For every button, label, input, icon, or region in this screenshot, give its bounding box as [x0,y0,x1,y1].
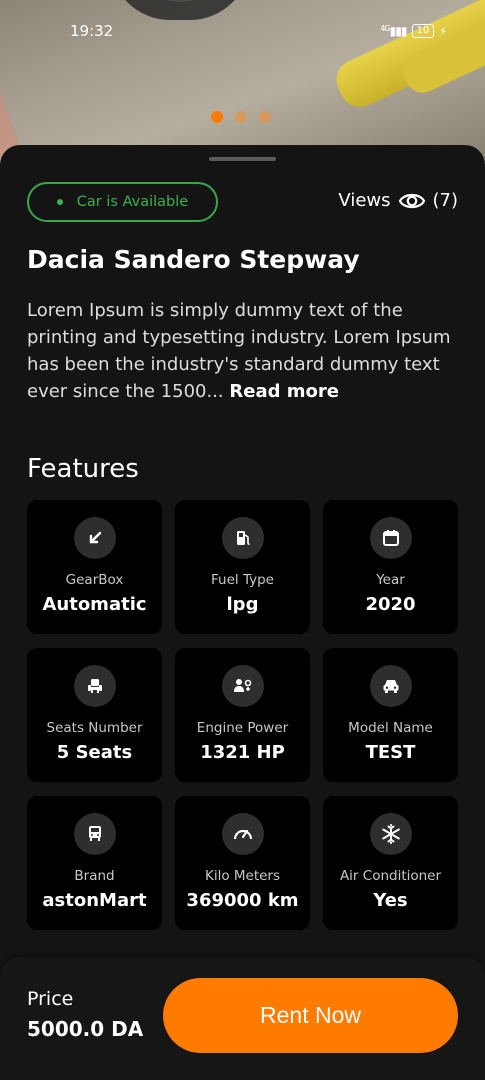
seat-icon [74,665,116,707]
feature-card-year: Year 2020 [323,500,458,634]
feature-card-air-conditioner: Air Conditioner Yes [323,796,458,930]
feature-label: Seats Number [46,720,143,736]
feature-value: TEST [365,742,416,763]
feature-value: astonMart [42,890,147,911]
feature-card-gearbox: GearBox Automatic [27,500,162,634]
feature-label: Engine Power [196,720,289,736]
views-count: (7) [432,190,459,211]
feature-card-model-name: Model Name TEST [323,648,458,782]
snowflake-icon [370,813,412,855]
status-time: 19:32 [70,22,114,40]
status-dot-icon [56,199,63,205]
features-heading: Features [27,454,139,484]
battery-icon: 10 [411,24,435,38]
car-description: Lorem Ipsum is simply dummy text of the … [27,297,462,405]
feature-card-kilometers: Kilo Meters 369000 km [175,796,310,930]
availability-badge: Car is Available [27,182,218,222]
carousel-dot[interactable] [211,111,223,123]
battery-level: 10 [416,25,430,36]
car-title: Dacia Sandero Stepway [27,245,360,274]
signal-icon: 4G▮▮▮ [380,24,407,38]
booking-bar: Price 5000.0 DA Rent Now [0,957,485,1080]
price-label: Price [27,988,74,1010]
feature-card-seats: Seats Number 5 Seats [27,648,162,782]
feature-value: 369000 km [186,890,299,911]
calendar-icon [370,517,412,559]
feature-label: Brand [74,868,115,884]
network-type: 4G [380,24,390,33]
feature-value: lpg [226,594,259,615]
engine-power-icon [222,665,264,707]
read-more-link[interactable]: Read more [229,381,339,402]
carousel-indicator [211,111,271,123]
views-counter: Views (7) [338,190,458,211]
rent-now-button[interactable]: Rent Now [163,978,458,1053]
feature-label: Model Name [348,720,433,736]
feature-value: Automatic [42,594,147,615]
feature-label: Year [376,572,405,588]
carousel-dot[interactable] [235,111,247,123]
feature-card-fuel-type: Fuel Type lpg [175,500,310,634]
details-sheet: Car is Available Views (7) Dacia Sandero… [0,145,485,1080]
system-icons: 4G▮▮▮ 10 ⚡ [380,24,447,38]
feature-value: 5 Seats [56,742,133,763]
car-front-icon [370,665,412,707]
feature-label: Kilo Meters [204,868,281,884]
carousel-dot[interactable] [259,111,271,123]
views-label: Views [338,190,391,211]
feature-card-brand: Brand astonMart [27,796,162,930]
price-value: 5000.0 DA [27,1017,144,1041]
gearbox-arrow-icon [74,517,116,559]
feature-card-engine-power: Engine Power 1321 HP [175,648,310,782]
features-grid: GearBox Automatic Fuel Type lpg Year 202… [27,500,458,930]
feature-label: Fuel Type [211,572,274,588]
status-bar: 19:32 4G▮▮▮ 10 ⚡ [0,18,485,48]
speedometer-icon [222,813,264,855]
photo-tire [110,0,250,20]
fuel-pump-icon [222,517,264,559]
charging-icon: ⚡ [439,24,447,38]
sheet-drag-handle[interactable] [209,157,276,161]
feature-label: GearBox [65,572,124,588]
eye-icon [398,191,425,211]
feature-value: 1321 HP [200,742,285,763]
car-brand-icon [74,813,116,855]
availability-label: Car is Available [76,194,189,210]
feature-label: Air Conditioner [339,868,442,884]
feature-value: 2020 [365,594,416,615]
feature-value: Yes [373,890,408,911]
